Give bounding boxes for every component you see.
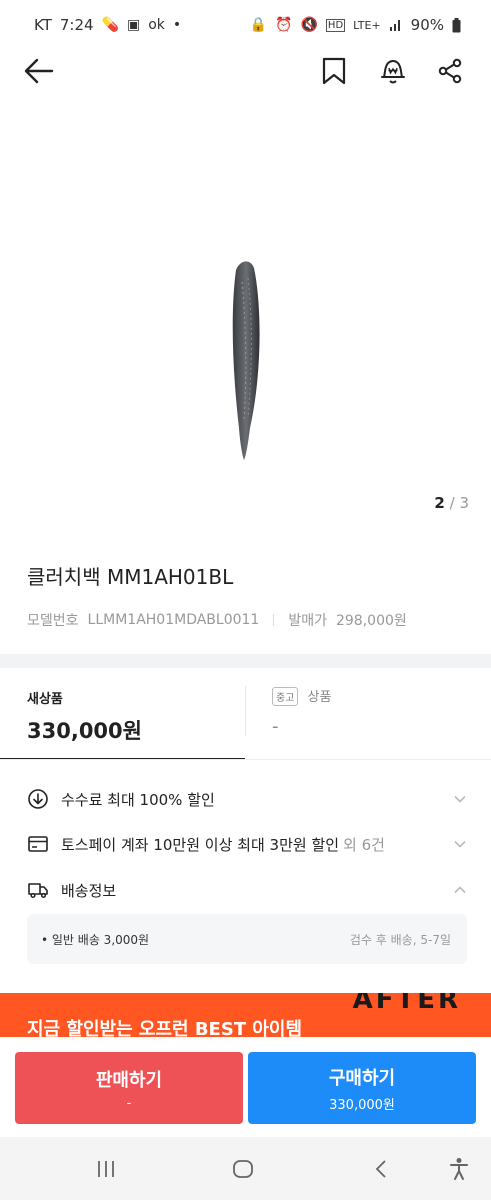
product-meta: 모델번호 LLMM1AH01MDABL0011 발매가 298,000원 xyxy=(27,610,407,630)
gallery-icon: ▣ xyxy=(126,17,141,33)
chevron-left-icon xyxy=(375,1160,386,1178)
tabs-bottom-line xyxy=(0,759,491,760)
price-tabs: 새상품 330,000원 중고 상품 - xyxy=(0,668,491,760)
model-number: LLMM1AH01MDABL0011 xyxy=(87,612,260,628)
new-product-price: 330,000원 xyxy=(27,719,142,743)
battery-label: 90% xyxy=(410,16,444,34)
pill-icon: 💊 xyxy=(101,17,119,33)
tab-new-product[interactable]: 새상품 330,000원 xyxy=(0,668,245,760)
used-product-label: 상품 xyxy=(307,690,332,705)
card-icon xyxy=(27,833,49,855)
lock-icon: 🔒 xyxy=(249,17,268,33)
truck-icon xyxy=(27,879,49,901)
arrow-left-icon xyxy=(24,58,54,84)
status-bar: KT 7:24 💊 ▣ ok • 🔒 ⏰ 🔇 HD LTE+ 90% xyxy=(0,0,491,50)
home-button[interactable] xyxy=(231,1157,255,1181)
dot-icon: • xyxy=(172,17,182,33)
sell-button-label: 판매하기 xyxy=(95,1069,163,1091)
share-icon xyxy=(438,58,462,84)
used-badge: 중고 xyxy=(272,687,299,706)
back-button[interactable] xyxy=(22,54,56,88)
top-nav xyxy=(0,50,491,92)
status-right: 🔒 ⏰ 🔇 HD LTE+ 90% xyxy=(250,16,461,34)
bookmark-icon xyxy=(322,57,346,85)
bookmark-button[interactable] xyxy=(317,54,351,88)
status-left: KT 7:24 💊 ▣ ok • xyxy=(34,16,181,34)
accessibility-button[interactable] xyxy=(447,1157,471,1181)
signal-icon xyxy=(389,20,400,31)
tab-used-product[interactable]: 중고 상품 - xyxy=(246,668,491,760)
buy-button-price: 330,000원 xyxy=(329,1097,395,1113)
chevron-down-icon xyxy=(454,840,466,848)
network-label: LTE+ xyxy=(353,18,381,32)
hd-icon: HD xyxy=(325,18,346,32)
mute-icon: 🔇 xyxy=(300,17,318,33)
promo-text: 지금 할인받는 오프런 BEST 아이템 xyxy=(27,1019,303,1037)
section-divider xyxy=(0,654,491,668)
image-counter: 2 / 3 xyxy=(434,494,469,512)
recent-apps-icon xyxy=(98,1161,114,1177)
bell-won-icon xyxy=(381,59,405,84)
product-image-carousel[interactable]: 2 / 3 xyxy=(0,92,491,532)
new-product-label: 새상품 xyxy=(27,692,63,707)
sell-button[interactable]: 판매하기 - xyxy=(15,1052,243,1124)
buy-button[interactable]: 구매하기 330,000원 xyxy=(248,1052,476,1124)
shipping-info-text: 배송정보 xyxy=(61,881,117,900)
system-nav-bar xyxy=(0,1137,491,1200)
chevron-up-icon xyxy=(454,886,466,894)
image-counter-total: 3 xyxy=(459,494,469,512)
alarm-icon: ⏰ xyxy=(275,17,293,33)
shipping-info-row[interactable]: 배송정보 xyxy=(27,875,467,905)
shipping-detail-box: • 일반 배송 3,000원 검수 후 배송, 5-7일 xyxy=(27,914,467,964)
price-alert-button[interactable] xyxy=(376,54,410,88)
chevron-down-icon xyxy=(454,795,466,803)
fee-discount-row[interactable]: 수수료 최대 100% 할인 xyxy=(27,784,467,814)
share-button[interactable] xyxy=(433,54,467,88)
release-price: 298,000원 xyxy=(335,613,407,629)
image-counter-current: 2 xyxy=(434,494,445,512)
release-label: 발매가 xyxy=(288,613,327,629)
battery-icon xyxy=(452,17,461,32)
shipping-standard: • 일반 배송 3,000원 xyxy=(41,932,150,947)
ok-icon: ok xyxy=(148,17,165,33)
product-title: 클러치백 MM1AH01BL xyxy=(27,565,234,589)
promo-artwork: AFTER xyxy=(352,993,461,1015)
sell-button-price: - xyxy=(126,1095,132,1111)
carrier-label: KT xyxy=(34,16,52,34)
fee-discount-text: 수수료 최대 100% 할인 xyxy=(61,790,215,809)
clock: 7:24 xyxy=(59,16,94,34)
promo-banner[interactable]: 지금 할인받는 오프런 BEST 아이템 AFTER xyxy=(0,993,491,1037)
action-bar: 판매하기 - 구매하기 330,000원 xyxy=(0,1037,491,1137)
used-product-price: - xyxy=(272,716,279,737)
model-label: 모델번호 xyxy=(27,613,79,629)
shipping-duration: 검수 후 배송, 5-7일 xyxy=(349,932,451,947)
back-system-button[interactable] xyxy=(369,1157,393,1181)
meta-divider xyxy=(273,614,275,626)
buy-button-label: 구매하기 xyxy=(328,1067,396,1089)
tosspay-discount-text: 토스페이 계좌 10만원 이상 최대 3만원 할인 xyxy=(61,835,340,854)
image-counter-separator: / xyxy=(449,494,455,512)
tosspay-extra-count: 외 6건 xyxy=(343,835,385,854)
home-icon xyxy=(233,1160,253,1178)
recent-apps-button[interactable] xyxy=(94,1157,118,1181)
accessibility-icon xyxy=(450,1158,468,1180)
coin-down-icon xyxy=(27,788,49,810)
tosspay-discount-row[interactable]: 토스페이 계좌 10만원 이상 최대 3만원 할인 외 6건 xyxy=(27,829,467,859)
product-photo xyxy=(232,261,260,460)
